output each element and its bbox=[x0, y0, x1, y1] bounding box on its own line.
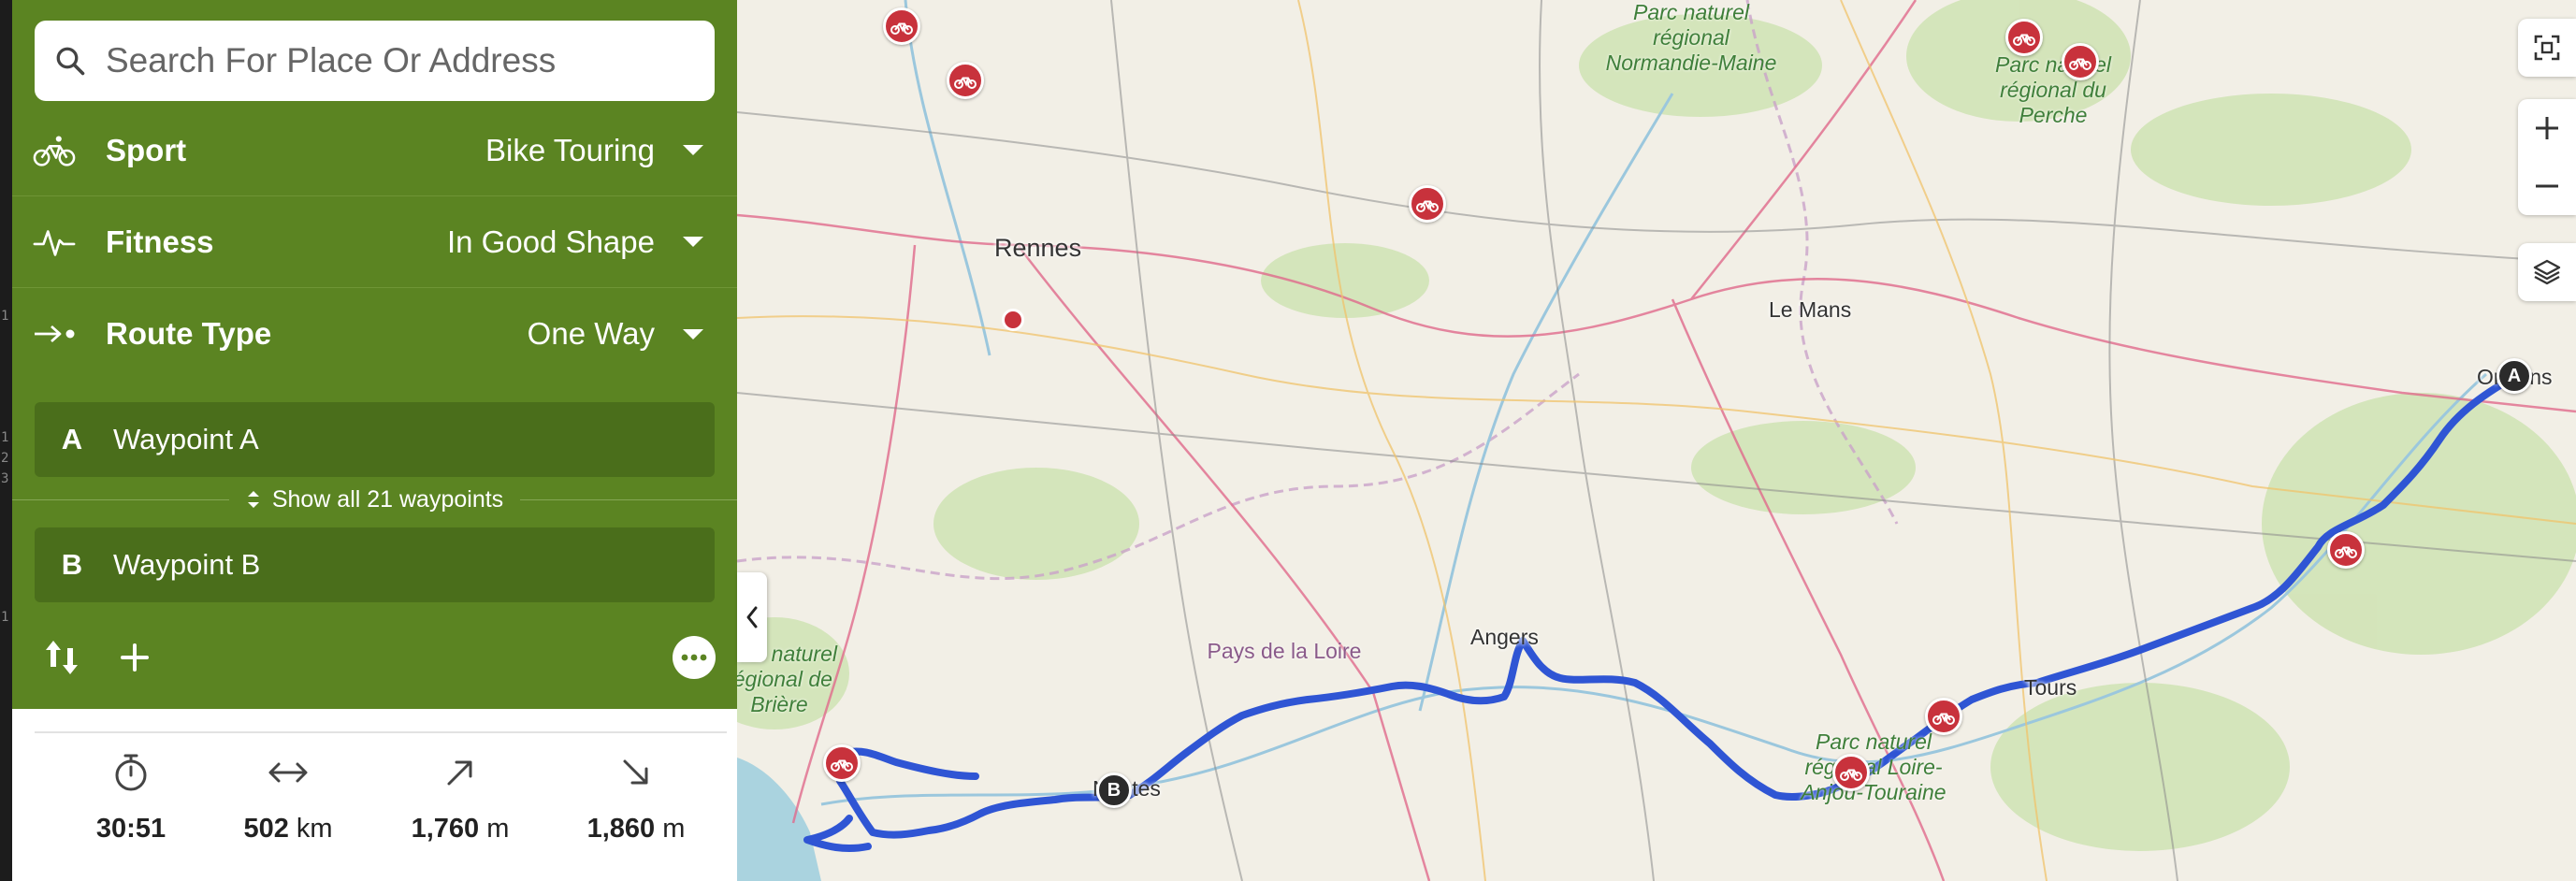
bike-icon bbox=[2013, 34, 2035, 46]
route-end-marker[interactable]: B bbox=[1096, 773, 1132, 808]
divider bbox=[12, 498, 229, 500]
zoom-control bbox=[2518, 99, 2576, 215]
waypoint-b-field[interactable]: B Waypoint B bbox=[35, 527, 715, 602]
layers-button[interactable] bbox=[2518, 243, 2576, 301]
chevron-down-icon bbox=[683, 237, 703, 247]
left-window-edge: 11231 bbox=[0, 0, 12, 881]
bike-icon bbox=[33, 135, 76, 166]
route-type-value: One Way bbox=[527, 316, 655, 351]
location-pin-icon[interactable] bbox=[1002, 309, 1024, 331]
stat-duration: 30:51 bbox=[56, 752, 206, 845]
bike-poi-marker[interactable] bbox=[2005, 19, 2043, 56]
elevation-up-unit: m bbox=[486, 814, 510, 844]
bike-poi-marker[interactable] bbox=[1925, 698, 1962, 735]
distance-value: 502 bbox=[243, 814, 289, 844]
search-icon bbox=[56, 47, 85, 76]
route-start-marker[interactable]: A bbox=[2496, 358, 2532, 394]
sport-label: Sport bbox=[106, 132, 187, 167]
waypoint-a-name: Waypoint A bbox=[113, 423, 259, 455]
elevation-down-value: 1,860 bbox=[586, 814, 656, 844]
bike-poi-marker[interactable] bbox=[2327, 531, 2365, 569]
show-all-waypoints-label: Show all 21 waypoints bbox=[271, 485, 504, 513]
more-options-button[interactable] bbox=[673, 636, 716, 679]
route-type-selector[interactable]: Route Type One Way bbox=[12, 288, 737, 380]
search-input[interactable] bbox=[104, 40, 687, 81]
bike-icon bbox=[1416, 200, 1439, 212]
swap-icon bbox=[46, 641, 78, 674]
duration-value: 30:51 bbox=[95, 814, 166, 844]
bike-icon bbox=[954, 77, 977, 89]
bike-icon bbox=[1840, 769, 1862, 781]
elevation-up-value: 1,760 bbox=[411, 814, 480, 844]
map-canvas[interactable]: Rennes Le Mans Angers Nantes Tours Orléa… bbox=[737, 0, 2576, 881]
bike-icon bbox=[831, 759, 853, 772]
bike-poi-marker[interactable] bbox=[1409, 185, 1446, 223]
chevron-down-icon bbox=[683, 145, 703, 155]
fitness-selector[interactable]: Fitness In Good Shape bbox=[12, 196, 737, 288]
route-type-label: Route Type bbox=[106, 316, 272, 351]
zoom-out-button[interactable] bbox=[2518, 157, 2576, 215]
plus-icon bbox=[121, 643, 149, 672]
swap-waypoints-button[interactable] bbox=[38, 634, 85, 681]
more-icon bbox=[681, 654, 707, 661]
show-all-waypoints-button[interactable]: Show all 21 waypoints bbox=[229, 486, 520, 513]
waypoint-b-name: Waypoint B bbox=[113, 548, 261, 581]
arrow-up-right-icon bbox=[447, 760, 472, 786]
fitness-label: Fitness bbox=[106, 224, 214, 259]
waypoint-b-letter: B bbox=[61, 548, 83, 581]
fullscreen-icon bbox=[2534, 35, 2560, 61]
waypoint-tools bbox=[12, 627, 737, 692]
route-stats: 30:51 502 km 1,760 m 1,860 m bbox=[35, 731, 727, 881]
horizontal-arrows-icon bbox=[268, 762, 308, 783]
stopwatch-icon bbox=[115, 754, 147, 791]
expand-vertical-icon bbox=[247, 491, 259, 508]
fullscreen-button[interactable] bbox=[2518, 19, 2576, 77]
bike-icon bbox=[2335, 546, 2357, 558]
chevron-left-icon bbox=[746, 606, 758, 628]
sport-selector[interactable]: Sport Bike Touring bbox=[12, 105, 737, 196]
divider bbox=[520, 498, 737, 500]
bike-poi-marker[interactable] bbox=[1832, 754, 1870, 791]
pulse-icon bbox=[33, 229, 76, 256]
add-waypoint-button[interactable] bbox=[111, 634, 158, 681]
zoom-out-icon bbox=[2536, 184, 2558, 188]
show-all-waypoints-row: Show all 21 waypoints bbox=[12, 483, 737, 516]
stat-distance: 502 km bbox=[213, 752, 363, 845]
bike-poi-marker[interactable] bbox=[947, 62, 984, 99]
distance-unit: km bbox=[296, 814, 333, 844]
zoom-in-button[interactable] bbox=[2518, 99, 2576, 157]
basemap bbox=[737, 0, 2576, 881]
sport-value: Bike Touring bbox=[485, 132, 655, 167]
bike-poi-marker[interactable] bbox=[823, 744, 861, 782]
bike-icon bbox=[2069, 58, 2091, 70]
arrow-down-right-icon bbox=[623, 759, 648, 785]
bike-icon bbox=[1932, 713, 1955, 725]
planner-panel: Sport Bike Touring Fitness In Good Shape bbox=[12, 0, 737, 709]
fullscreen-control bbox=[2518, 19, 2576, 77]
bike-icon bbox=[890, 22, 913, 35]
bike-poi-marker[interactable] bbox=[883, 7, 920, 45]
waypoint-a-letter: A bbox=[61, 423, 83, 455]
zoom-in-icon bbox=[2536, 117, 2558, 139]
elevation-down-unit: m bbox=[662, 814, 686, 844]
waypoint-a-field[interactable]: A Waypoint A bbox=[35, 402, 715, 477]
collapse-sidebar-button[interactable] bbox=[737, 572, 767, 662]
route-planner-sidebar: Sport Bike Touring Fitness In Good Shape bbox=[12, 0, 737, 881]
search-box[interactable] bbox=[35, 21, 715, 101]
stat-elevation-up: 1,760 m bbox=[385, 752, 535, 845]
fitness-value: In Good Shape bbox=[446, 224, 655, 259]
route-type-icon bbox=[35, 325, 75, 343]
layers-control bbox=[2518, 243, 2576, 301]
stat-elevation-down: 1,860 m bbox=[561, 752, 711, 845]
chevron-down-icon bbox=[683, 328, 703, 339]
bike-poi-marker[interactable] bbox=[2062, 43, 2099, 80]
layers-icon bbox=[2533, 259, 2561, 285]
